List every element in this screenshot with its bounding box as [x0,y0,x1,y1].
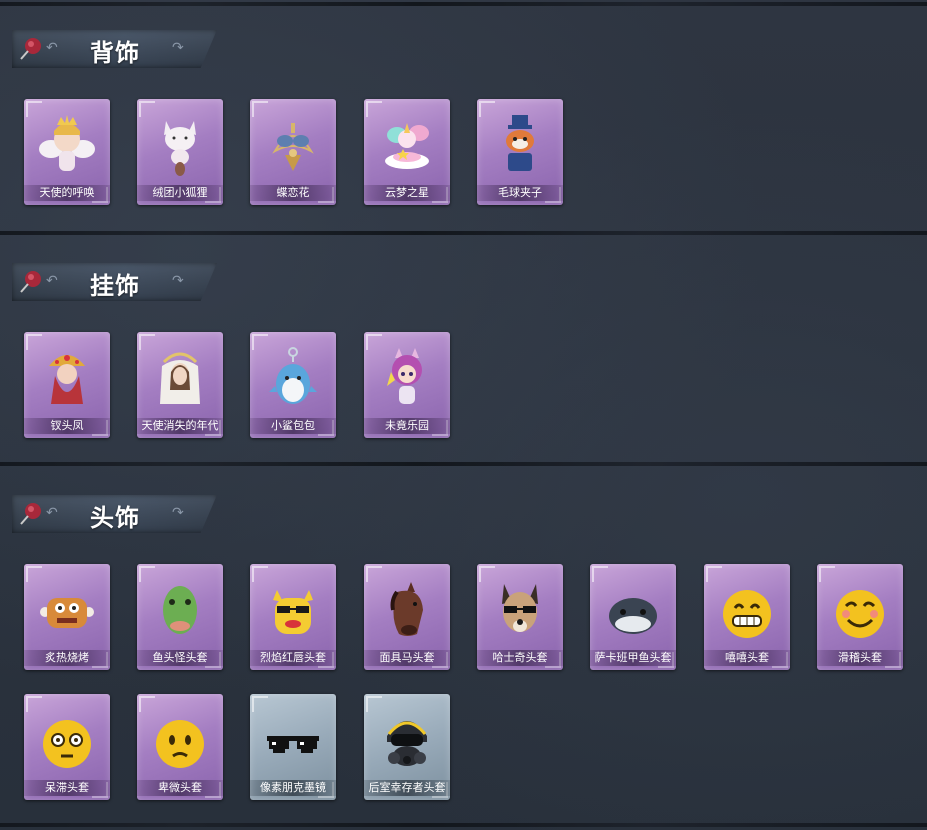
item-card-humble[interactable]: 卑微头套 [137,694,223,800]
sunglasses-duck-mask-icon [273,590,313,634]
grilled-meat-mask-icon [40,598,94,628]
section-header-back-accessory: ↶ 背饰 ↷ [12,30,217,68]
item-label: 鱼头怪头套 [137,650,223,666]
item-label: 天使消失的年代 [137,418,223,434]
item-card-funny[interactable]: 滑稽头套 [817,564,903,670]
item-label: 后室幸存者头套 [364,780,450,796]
item-card-fur-ball-clip[interactable]: 毛球夹子 [477,99,563,205]
raccoon-clip-icon [506,115,534,171]
funny-emoji-mask-icon [836,590,884,638]
grin-emoji-mask-icon [723,590,771,638]
angel-figure-icon [39,115,95,171]
hook-left-icon: ↶ [46,505,58,521]
item-label: 云梦之星 [364,185,450,201]
item-card-angel-call[interactable]: 天使的呼唤 [24,99,110,205]
veiled-angel-icon [160,352,200,404]
item-card-grin[interactable]: 嘻嘻头套 [704,564,790,670]
sacabambaspis-mask-icon [609,598,657,634]
unicorn-cloud-icon [385,123,429,169]
section-divider [0,231,927,235]
section-header-hanging-accessory: ↶ 挂饰 ↷ [12,263,217,301]
item-label: 绒团小狐狸 [137,185,223,201]
item-label: 呆滞头套 [24,780,110,796]
fox-plush-icon [164,121,196,176]
humble-emoji-mask-icon [156,720,204,768]
item-label: 面具马头套 [364,650,450,666]
item-card-phoenix-hairpin[interactable]: 钗头凤 [24,332,110,438]
section-divider [0,2,927,6]
item-card-angel-vanished-era[interactable]: 天使消失的年代 [137,332,223,438]
item-card-backrooms-survivor[interactable]: 后室幸存者头套 [364,694,450,800]
butterfly-flower-icon [272,123,314,171]
item-card-sacabambaspis[interactable]: 萨卡班甲鱼头套 [590,564,676,670]
item-label: 萨卡班甲鱼头套 [590,650,676,666]
dazed-emoji-mask-icon [43,720,91,768]
item-label: 卑微头套 [137,780,223,796]
item-label: 毛球夹子 [477,185,563,201]
fish-head-mask-icon [163,586,197,634]
item-label: 像素朋克墨镜 [250,780,336,796]
section-header-head-accessory: ↶ 头饰 ↷ [12,495,217,533]
section-title: 背饰 [90,40,140,67]
item-card-husky[interactable]: 哈士奇头套 [477,564,563,670]
section-divider [0,823,927,827]
husky-mask-icon [502,584,538,632]
section-title: 挂饰 [90,273,140,300]
horse-mask-icon [390,582,423,636]
hook-left-icon: ↶ [46,273,58,289]
item-card-butterfly-flower[interactable]: 蝶恋花 [250,99,336,205]
item-label: 嘻嘻头套 [704,650,790,666]
item-card-dazed[interactable]: 呆滞头套 [24,694,110,800]
item-card-red-lips[interactable]: 烈焰红唇头套 [250,564,336,670]
pixel-sunglasses-icon [267,736,319,753]
gas-mask-helmet-icon [387,721,427,766]
item-card-fox[interactable]: 绒团小狐狸 [137,99,223,205]
section-title: 头饰 [90,505,140,532]
item-card-hot-barbecue[interactable]: 炙热烧烤 [24,564,110,670]
purple-hair-girl-icon [387,348,422,404]
shark-bag-icon [269,347,317,404]
item-card-horse-mask[interactable]: 面具马头套 [364,564,450,670]
item-card-unfinished-paradise[interactable]: 未竟乐园 [364,332,450,438]
item-card-shark-bag[interactable]: 小鲨包包 [250,332,336,438]
item-label: 小鲨包包 [250,418,336,434]
pushpin-icon [20,271,41,293]
section-divider [0,462,927,466]
item-card-fish-head-monster[interactable]: 鱼头怪头套 [137,564,223,670]
item-label: 滑稽头套 [817,650,903,666]
item-label: 炙热烧烤 [24,650,110,666]
pushpin-icon [20,503,41,525]
item-label: 天使的呼唤 [24,185,110,201]
item-label: 哈士奇头套 [477,650,563,666]
item-label: 钗头凤 [24,418,110,434]
hook-right-icon: ↷ [172,40,184,56]
hook-right-icon: ↷ [172,505,184,521]
item-label: 未竟乐园 [364,418,450,434]
hook-left-icon: ↶ [46,40,58,56]
item-card-pixel-punk-sunglasses[interactable]: 像素朋克墨镜 [250,694,336,800]
hook-right-icon: ↷ [172,273,184,289]
item-card-cloud-dream-star[interactable]: 云梦之星 [364,99,450,205]
phoenix-crown-icon [49,355,85,404]
item-label: 蝶恋花 [250,185,336,201]
item-label: 烈焰红唇头套 [250,650,336,666]
pushpin-icon [20,38,41,60]
